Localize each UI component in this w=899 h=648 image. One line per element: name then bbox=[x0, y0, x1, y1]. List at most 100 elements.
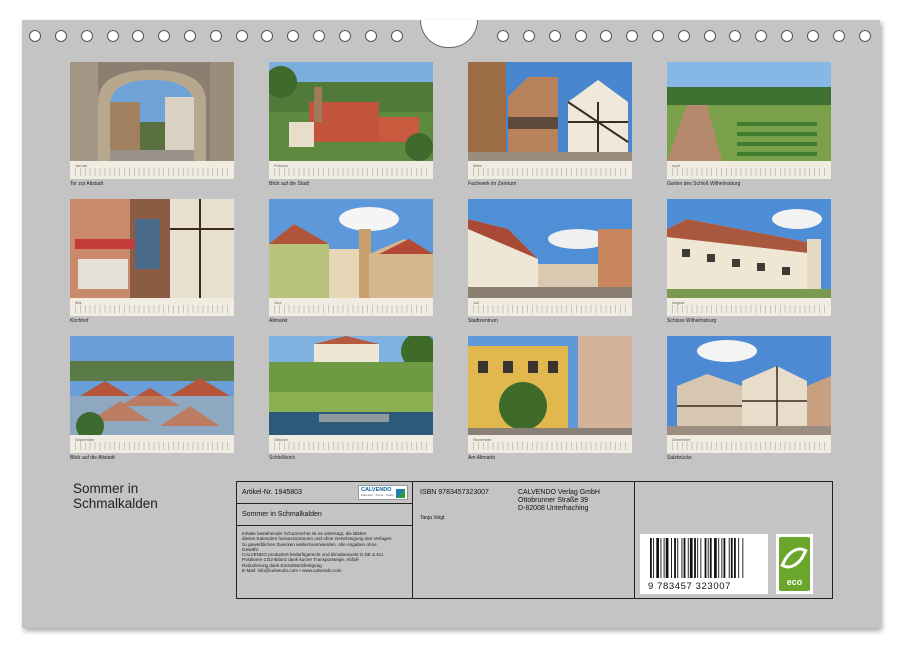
binding-hole bbox=[549, 30, 561, 42]
binding-hole bbox=[833, 30, 845, 42]
divider bbox=[237, 525, 412, 526]
month-caption: Kirchhof bbox=[70, 318, 89, 324]
day-cells bbox=[672, 442, 827, 450]
month-caption: Fachwerk im Zentrum bbox=[468, 181, 517, 187]
day-cells bbox=[274, 442, 429, 450]
binding-hole bbox=[158, 30, 170, 42]
month-calendar-grid: Februar bbox=[269, 161, 433, 179]
binding-hole bbox=[755, 30, 767, 42]
binding-hole bbox=[210, 30, 222, 42]
binding-hole bbox=[236, 30, 248, 42]
day-cells bbox=[672, 305, 827, 313]
month-photo bbox=[667, 336, 831, 435]
binding-hole bbox=[652, 30, 664, 42]
month-caption: Blick auf die Stadt bbox=[269, 181, 310, 187]
day-cells bbox=[473, 305, 628, 313]
binding-hole bbox=[704, 30, 716, 42]
binding-hole bbox=[29, 30, 41, 42]
month-calendar-grid: Mai bbox=[70, 298, 234, 316]
binding-hole bbox=[575, 30, 587, 42]
month-caption: Salzbrücke bbox=[667, 455, 692, 461]
binding-hole bbox=[365, 30, 377, 42]
month-calendar-grid: November bbox=[468, 435, 632, 453]
month-photo bbox=[70, 336, 234, 435]
publisher-line: CALVENDO Verlag GmbH bbox=[518, 489, 600, 496]
legal-notice: Inhalte bestehender Schutzrechte ist es … bbox=[242, 531, 391, 573]
day-cells bbox=[75, 305, 230, 313]
binding-hole bbox=[859, 30, 871, 42]
month-preview: September Blick auf die Altstadt bbox=[70, 336, 234, 461]
publisher-line: D-82008 Unterhaching bbox=[518, 505, 589, 512]
month-preview: Januar Tor zur Altstadt bbox=[70, 62, 234, 187]
month-photo bbox=[667, 199, 831, 298]
month-preview: November Am Altmarkt bbox=[468, 336, 632, 461]
month-calendar-grid: Oktober bbox=[269, 435, 433, 453]
day-cells bbox=[75, 442, 230, 450]
product-info-box: Artikel-Nr. 1945803 CALVENDO Kalender · … bbox=[236, 481, 833, 599]
day-cells bbox=[75, 168, 230, 176]
binding-hole bbox=[81, 30, 93, 42]
calendar-title-line-2: Schmalkalden bbox=[73, 495, 158, 511]
month-calendar-grid: März bbox=[468, 161, 632, 179]
binding-hole bbox=[807, 30, 819, 42]
month-caption: Schloßteich bbox=[269, 455, 296, 461]
divider bbox=[237, 503, 412, 504]
month-preview: Juni Altmarkt bbox=[269, 199, 433, 324]
binding-hole bbox=[600, 30, 612, 42]
month-calendar-grid: Juni bbox=[269, 298, 433, 316]
legal-line: dieses Kalenders herauszutrennen und ohn… bbox=[242, 536, 392, 542]
author: Tanja Voigt bbox=[420, 515, 445, 521]
month-photo bbox=[269, 336, 433, 435]
month-photo bbox=[667, 62, 831, 161]
month-preview: Mai Kirchhof bbox=[70, 199, 234, 324]
publisher-line: Ottobrunner Straße 39 bbox=[518, 497, 589, 504]
month-caption: Tor zur Altstadt bbox=[70, 181, 104, 187]
calendar-title-line-1: Sommer in bbox=[73, 481, 139, 496]
binding-hole bbox=[678, 30, 690, 42]
binding-hole bbox=[497, 30, 509, 42]
month-photo bbox=[468, 62, 632, 161]
divider bbox=[634, 482, 635, 598]
binding-hole bbox=[287, 30, 299, 42]
binding-hole bbox=[132, 30, 144, 42]
month-preview: Juli Stadtzentrum bbox=[468, 199, 632, 324]
eco-label: eco bbox=[786, 577, 803, 587]
month-preview: Februar Blick auf die Stadt bbox=[269, 62, 433, 187]
month-photo bbox=[70, 199, 234, 298]
divider bbox=[412, 482, 413, 598]
month-photo bbox=[70, 62, 234, 161]
isbn: ISBN 9783457323007 bbox=[420, 489, 489, 496]
month-calendar-grid: Juli bbox=[468, 298, 632, 316]
binding-hole bbox=[107, 30, 119, 42]
month-caption: Altmarkt bbox=[269, 318, 288, 324]
binding-hole bbox=[781, 30, 793, 42]
month-caption: Stadtzentrum bbox=[468, 318, 498, 324]
day-cells bbox=[672, 168, 827, 176]
publisher-address: CALVENDO Verlag GmbH Ottobrunner Straße … bbox=[518, 489, 600, 513]
binding-hole bbox=[55, 30, 67, 42]
month-calendar-grid: April bbox=[667, 161, 831, 179]
day-cells bbox=[473, 168, 628, 176]
month-photo bbox=[269, 199, 433, 298]
calendar-title: Sommer in Schmalkalden bbox=[73, 481, 158, 511]
leaf-icon: eco bbox=[779, 537, 810, 591]
day-cells bbox=[274, 305, 429, 313]
binding-hole bbox=[523, 30, 535, 42]
month-calendar-grid: Dezember bbox=[667, 435, 831, 453]
calvendo-flag-icon bbox=[396, 489, 405, 498]
month-photo bbox=[468, 199, 632, 298]
month-photo bbox=[468, 336, 632, 435]
month-preview: April Garten des Schloß Wilhelmsburg bbox=[667, 62, 831, 187]
legal-line: E-Mail: info@calvendo.com • www.calvendo… bbox=[242, 568, 342, 574]
month-calendar-grid: September bbox=[70, 435, 234, 453]
month-photo bbox=[269, 62, 433, 161]
month-preview: August Schloss Wilhelmsburg bbox=[667, 199, 831, 324]
legal-line: zu gewerblichen Zwecken weiterzuverwende… bbox=[242, 541, 377, 547]
month-caption: Am Altmarkt bbox=[468, 455, 495, 461]
binding-hole bbox=[184, 30, 196, 42]
binding-hole bbox=[729, 30, 741, 42]
month-preview: Dezember Salzbrücke bbox=[667, 336, 831, 461]
day-cells bbox=[274, 168, 429, 176]
day-cells bbox=[473, 442, 628, 450]
month-caption: Garten des Schloß Wilhelmsburg bbox=[667, 181, 741, 187]
